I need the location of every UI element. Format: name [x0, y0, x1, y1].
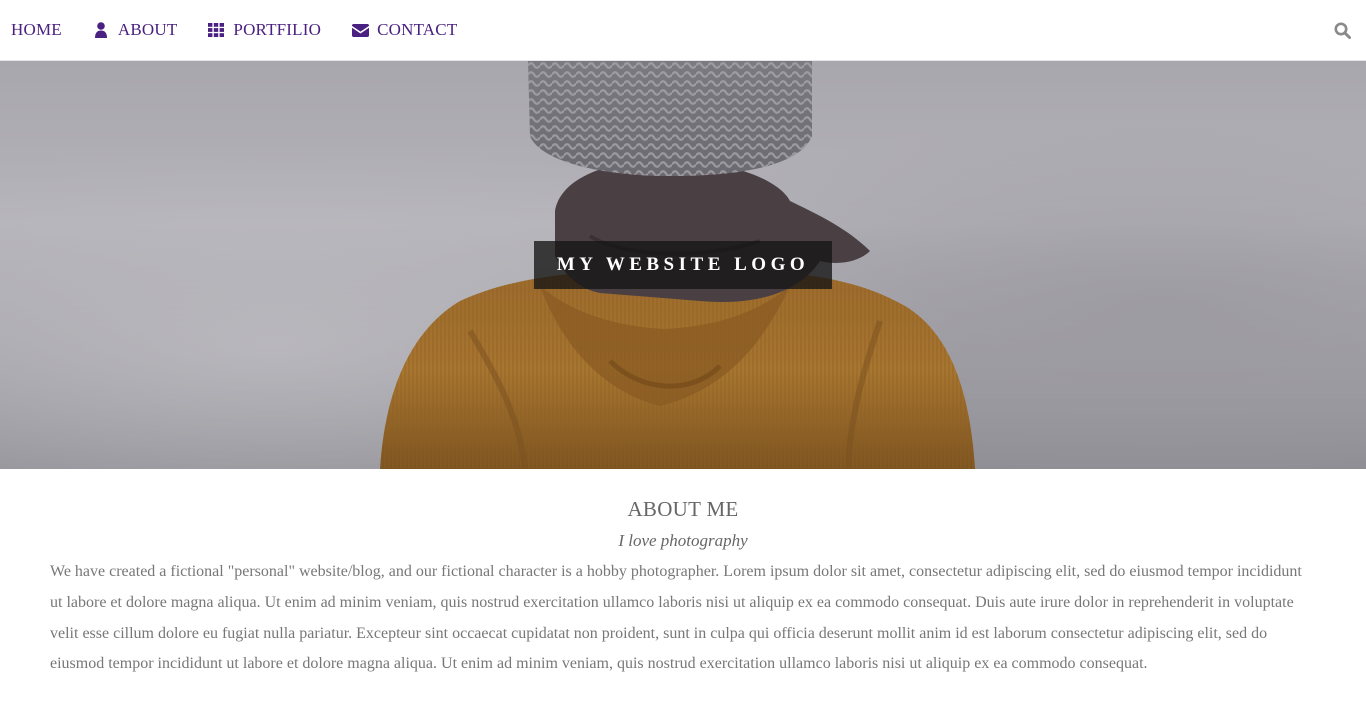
- hero-banner: MY WEBSITE LOGO: [0, 61, 1366, 469]
- nav-item-portfolio[interactable]: PORTFILIO: [192, 0, 336, 61]
- nav-item-portfolio-label: PORTFILIO: [233, 20, 322, 39]
- site-logo[interactable]: MY WEBSITE LOGO: [534, 241, 832, 289]
- site-logo-text: MY WEBSITE LOGO: [556, 254, 810, 275]
- nav-item-contact[interactable]: CONTACT: [336, 0, 472, 61]
- about-subtitle: I love photography: [618, 531, 748, 550]
- nav-item-home[interactable]: HOME: [0, 0, 77, 61]
- nav-item-about[interactable]: ABOUT: [77, 0, 193, 61]
- search-button[interactable]: [1322, 0, 1362, 61]
- nav-item-contact-label: CONTACT: [377, 20, 458, 39]
- about-section: ABOUT ME I love photography We have crea…: [0, 469, 1366, 710]
- user-icon: [92, 21, 110, 39]
- nav-item-home-label: HOME: [11, 20, 62, 39]
- grid-icon: [207, 21, 225, 39]
- about-title: ABOUT ME: [627, 497, 739, 521]
- about-body-text: We have created a fictional "personal" w…: [50, 563, 1302, 673]
- search-icon: [1334, 22, 1351, 39]
- top-navbar: HOME ABOUT PORTFILIO CONTACT: [0, 0, 1366, 61]
- envelope-icon: [351, 21, 369, 39]
- nav-item-about-label: ABOUT: [117, 20, 178, 39]
